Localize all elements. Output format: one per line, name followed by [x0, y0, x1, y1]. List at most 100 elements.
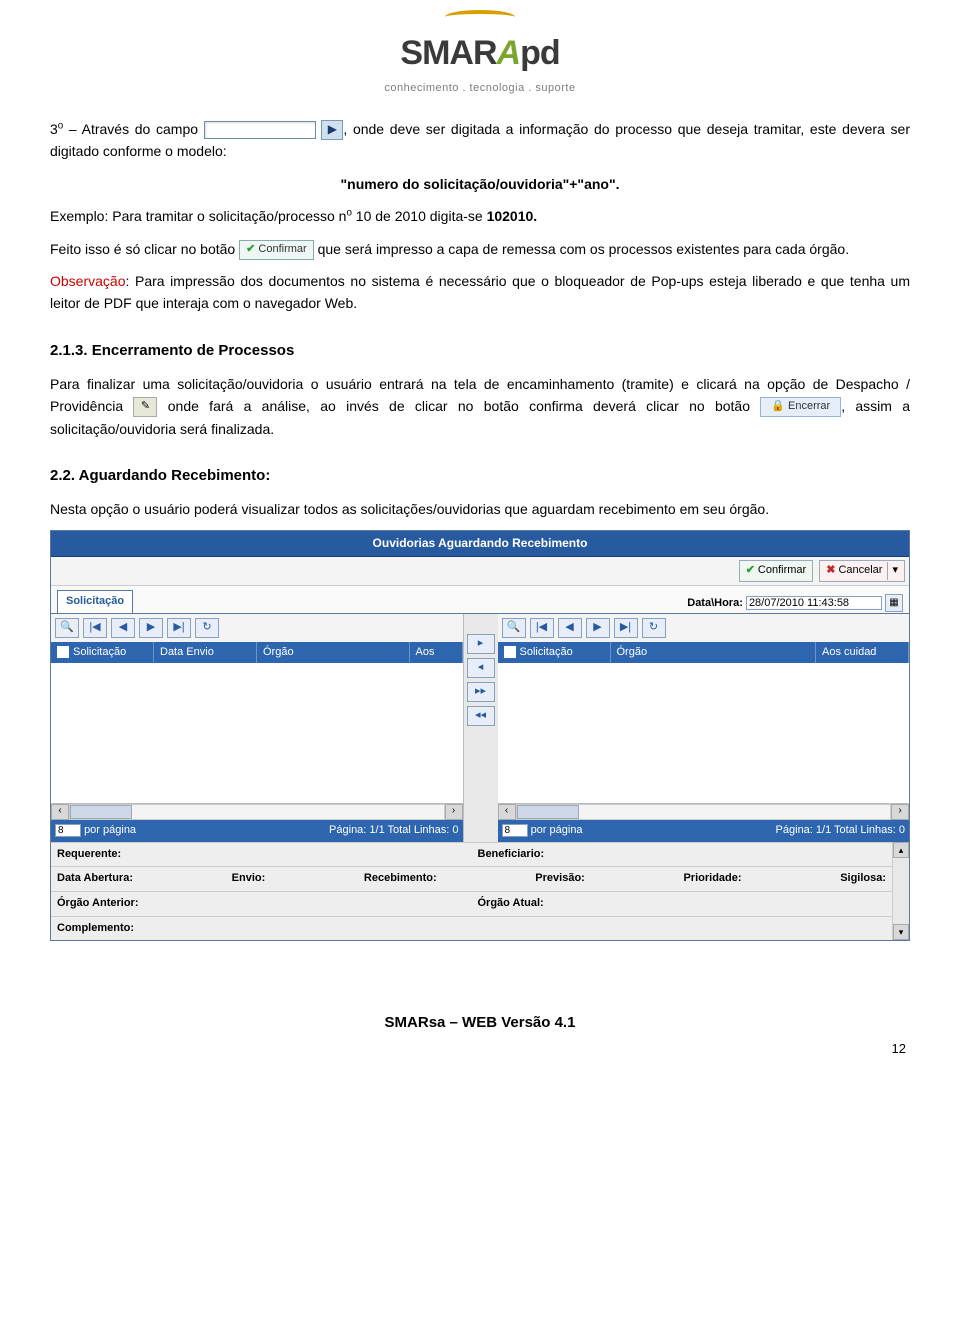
- col-orgao[interactable]: Órgão: [257, 642, 410, 664]
- label-recebimento: Recebimento:: [358, 867, 443, 891]
- chevron-down-icon[interactable]: ▾: [887, 562, 898, 580]
- scroll-right-icon[interactable]: ›: [891, 804, 909, 820]
- transfer-buttons: ▸ ◂ ▸▸ ◂◂: [464, 614, 498, 842]
- text: : Para impressão dos documentos no siste…: [50, 273, 910, 311]
- last-icon[interactable]: ▶|: [614, 618, 638, 638]
- scroll-right-icon[interactable]: ›: [445, 804, 463, 820]
- refresh-icon[interactable]: ↻: [642, 618, 666, 638]
- screenshot-aguardando-recebimento: Ouvidorias Aguardando Recebimento ✔Confi…: [50, 530, 910, 941]
- label-prioridade: Prioridade:: [677, 867, 747, 891]
- hscrollbar[interactable]: ‹ ›: [51, 803, 463, 820]
- first-icon[interactable]: |◀: [83, 618, 107, 638]
- vscrollbar[interactable]: ▴ ▾: [892, 842, 909, 940]
- per-page-input[interactable]: [502, 824, 528, 837]
- despacho-icon[interactable]: ✎: [133, 397, 157, 417]
- processo-input[interactable]: [204, 121, 316, 139]
- label-orgao-anterior: Órgão Anterior:: [51, 892, 472, 916]
- text: Feito isso é só clicar no botão: [50, 241, 239, 257]
- col-orgao[interactable]: Órgão: [611, 642, 817, 664]
- pager: por página Página: 1/1 Total Linhas: 0: [498, 820, 910, 842]
- button-label: Cancelar: [838, 562, 882, 580]
- page-info: Página: 1/1 Total Linhas: 0: [776, 822, 905, 840]
- section-213-title: 2.1.3. Encerramento de Processos: [50, 339, 910, 363]
- model-format: "numero do solicitação/ouvidoria"+"ano".: [50, 173, 910, 195]
- tab-solicitacao[interactable]: Solicitação: [57, 590, 133, 613]
- scroll-up-icon[interactable]: ▴: [893, 842, 909, 858]
- logo: SMARApd conhecimento . tecnologia . supo…: [50, 10, 910, 98]
- prev-icon[interactable]: ◀: [111, 618, 135, 638]
- label: Data\Hora:: [687, 597, 743, 609]
- calendar-icon[interactable]: ▦: [885, 594, 903, 612]
- datahora-input[interactable]: [746, 596, 882, 610]
- go-icon[interactable]: ▶: [321, 120, 343, 140]
- label: por página: [531, 824, 583, 836]
- lock-icon: 🔒: [771, 400, 785, 412]
- paragraph-observacao: Observação: Para impressão dos documento…: [50, 270, 910, 315]
- pager: por página Página: 1/1 Total Linhas: 0: [51, 820, 463, 842]
- refresh-icon[interactable]: ↻: [195, 618, 219, 638]
- check-icon: ✔: [246, 243, 255, 255]
- search-icon[interactable]: 🔍: [55, 618, 79, 638]
- label-complemento: Complemento:: [51, 917, 140, 941]
- tab-row: Solicitação Data\Hora: ▦: [51, 586, 909, 614]
- confirmar-button[interactable]: ✔Confirmar: [739, 560, 814, 582]
- right-pane: 🔍 |◀ ◀ ▶ ▶| ↻ Solicitação Órgão Aos cuid…: [498, 614, 910, 842]
- col-aos-cuidad[interactable]: Aos cuidad: [816, 642, 909, 664]
- col-solicitacao[interactable]: Solicitação: [498, 642, 611, 664]
- col-aos[interactable]: Aos: [410, 642, 463, 664]
- text: Exemplo: Para tramitar o solicitação/pro…: [50, 208, 346, 224]
- observacao-label: Observação: [50, 273, 125, 289]
- scroll-thumb[interactable]: [70, 805, 132, 819]
- label-sigilosa: Sigilosa:: [834, 867, 892, 891]
- button-label: Confirmar: [758, 562, 806, 580]
- text: 10 de 2010 digita-se: [352, 208, 487, 224]
- scroll-left-icon[interactable]: ‹: [51, 804, 69, 820]
- label-requerente: Requerente:: [51, 843, 472, 867]
- grid-body: [51, 663, 463, 803]
- move-right-icon[interactable]: ▸: [467, 634, 495, 654]
- logo-brand: SMARApd: [50, 26, 910, 80]
- first-icon[interactable]: |◀: [530, 618, 554, 638]
- grid-header: Solicitação Data Envio Órgão Aos: [51, 642, 463, 664]
- scroll-down-icon[interactable]: ▾: [893, 924, 909, 940]
- label-previsao: Previsão:: [529, 867, 591, 891]
- scroll-track[interactable]: [516, 804, 892, 820]
- paragraph-feito-isso: Feito isso é só clicar no botão ✔ Confir…: [50, 238, 910, 260]
- scroll-track[interactable]: [69, 804, 445, 820]
- scroll-thumb[interactable]: [517, 805, 579, 819]
- prev-icon[interactable]: ◀: [558, 618, 582, 638]
- logo-tagline: conhecimento . tecnologia . suporte: [50, 80, 910, 98]
- text: que será impresso a capa de remessa com …: [318, 241, 850, 257]
- label: por página: [84, 824, 136, 836]
- col-solicitacao[interactable]: Solicitação: [51, 642, 154, 664]
- encerrar-button[interactable]: 🔒Encerrar: [760, 397, 841, 417]
- per-page-input[interactable]: [55, 824, 81, 837]
- paragraph-campo: 3o – Através do campo ▶, onde deve ser d…: [50, 118, 910, 163]
- move-all-left-icon[interactable]: ◂◂: [467, 706, 495, 726]
- label-data-abertura: Data Abertura:: [51, 867, 139, 891]
- move-left-icon[interactable]: ◂: [467, 658, 495, 678]
- scroll-left-icon[interactable]: ‹: [498, 804, 516, 820]
- form-row-2: Data Abertura: Envio: Recebimento: Previ…: [51, 866, 892, 891]
- next-icon[interactable]: ▶: [139, 618, 163, 638]
- hscrollbar[interactable]: ‹ ›: [498, 803, 910, 820]
- confirmar-button[interactable]: ✔ Confirmar: [239, 240, 314, 260]
- paragraph-exemplo: Exemplo: Para tramitar o solicitação/pro…: [50, 205, 910, 227]
- label-envio: Envio:: [226, 867, 272, 891]
- text: 3: [50, 121, 58, 137]
- text: – Através do campo: [63, 121, 203, 137]
- move-all-right-icon[interactable]: ▸▸: [467, 682, 495, 702]
- cancelar-button[interactable]: ✖Cancelar▾: [819, 560, 905, 582]
- col-data-envio[interactable]: Data Envio: [154, 642, 257, 664]
- grid-panes: 🔍 |◀ ◀ ▶ ▶| ↻ Solicitação Data Envio Órg…: [51, 614, 909, 842]
- search-icon[interactable]: 🔍: [502, 618, 526, 638]
- last-icon[interactable]: ▶|: [167, 618, 191, 638]
- checkbox[interactable]: [57, 646, 69, 658]
- grid-nav: 🔍 |◀ ◀ ▶ ▶| ↻: [498, 614, 910, 642]
- next-icon[interactable]: ▶: [586, 618, 610, 638]
- page-info: Página: 1/1 Total Linhas: 0: [329, 822, 458, 840]
- button-label: Encerrar: [788, 400, 830, 412]
- checkbox[interactable]: [504, 646, 516, 658]
- section-22-title: 2.2. Aguardando Recebimento:: [50, 464, 910, 488]
- logo-accent-icon: [445, 10, 515, 24]
